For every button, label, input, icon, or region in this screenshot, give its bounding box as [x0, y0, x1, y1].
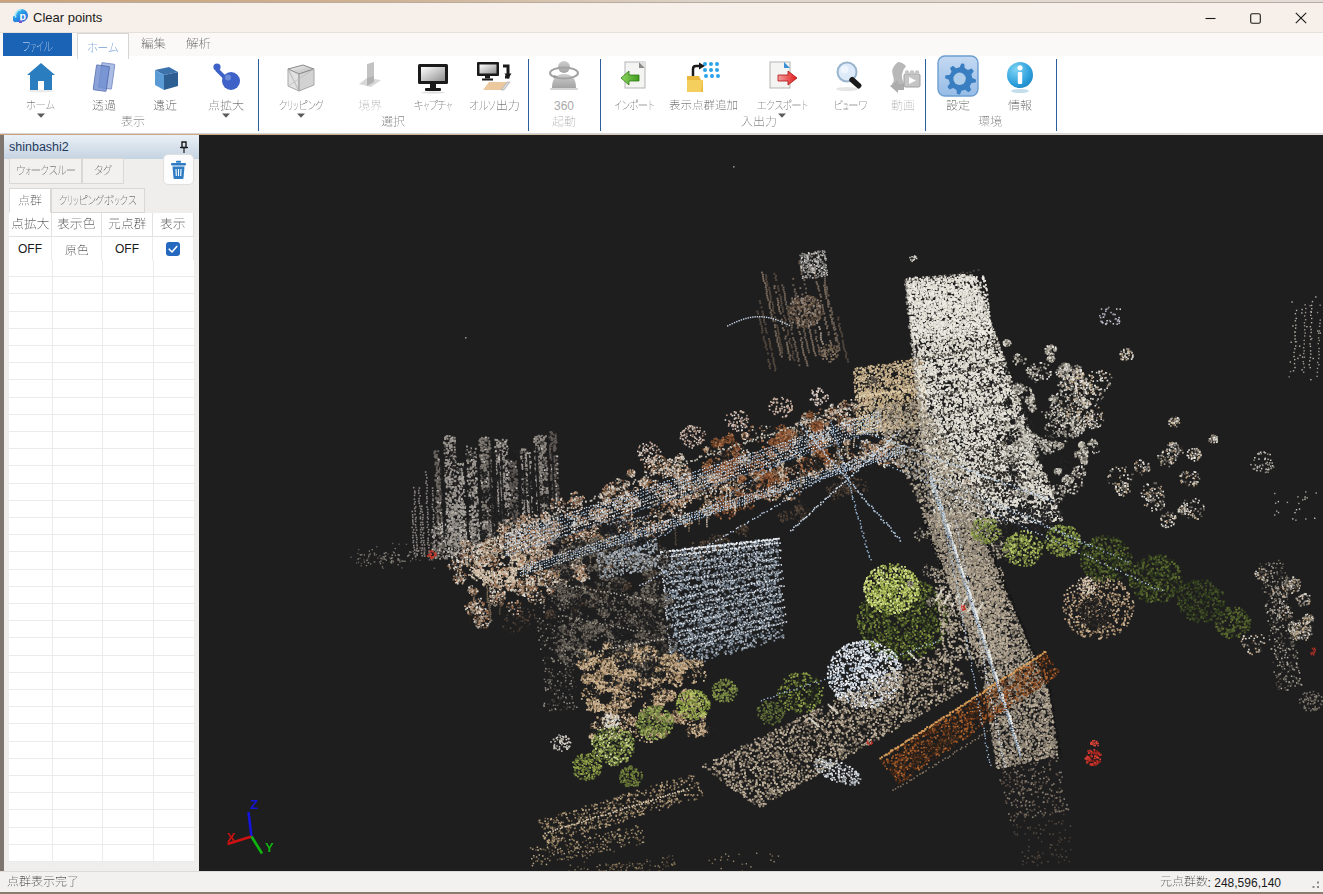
- svg-text:p: p: [20, 10, 26, 22]
